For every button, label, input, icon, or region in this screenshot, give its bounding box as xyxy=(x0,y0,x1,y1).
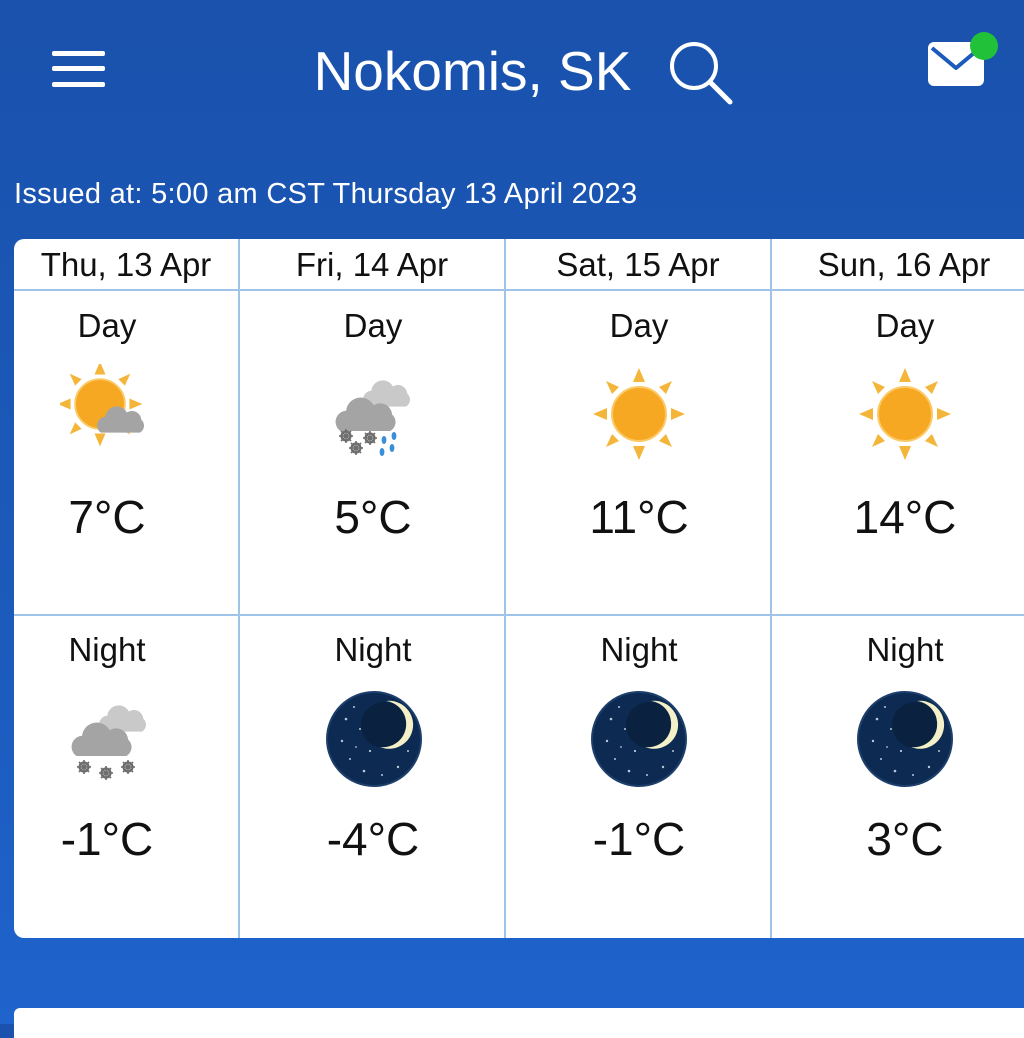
forecast-column[interactable]: Day 5°C Night -4°C xyxy=(240,239,504,938)
night-temperature: 3°C xyxy=(866,813,944,865)
cloud-rain-snow-icon xyxy=(335,380,411,457)
mail-button[interactable] xyxy=(926,30,998,92)
sun-icon xyxy=(592,367,686,461)
night-label: Night xyxy=(600,631,678,668)
moon-icon xyxy=(591,691,687,787)
hamburger-menu-icon[interactable] xyxy=(52,48,106,90)
day-label: Day xyxy=(343,307,403,344)
night-temperature: -1°C xyxy=(60,813,154,865)
forecast-column[interactable]: Day 11°C Night -1°C xyxy=(506,239,770,938)
day-label: Day xyxy=(875,307,935,344)
location-title[interactable]: Nokomis, SK xyxy=(300,34,645,109)
sun-icon xyxy=(858,367,952,461)
night-temperature: -1°C xyxy=(592,813,686,865)
night-label: Night xyxy=(334,631,412,668)
day-temperature: 11°C xyxy=(589,491,689,543)
night-temperature: -4°C xyxy=(326,813,420,865)
day-temperature: 5°C xyxy=(334,491,412,543)
moon-icon xyxy=(857,691,953,787)
day-label: Day xyxy=(77,307,137,344)
night-label: Night xyxy=(68,631,146,668)
forecast-column[interactable]: Day 14°C Night 3°C xyxy=(772,239,1024,938)
forecast-table: Thu, 13 Apr Fri, 14 Apr Sat, 15 Apr Sun,… xyxy=(14,239,1024,938)
cloud-snow-icon xyxy=(71,705,147,782)
next-section-card xyxy=(14,1008,1024,1038)
day-temperature: 14°C xyxy=(853,491,957,543)
search-icon[interactable] xyxy=(668,40,734,106)
day-label: Day xyxy=(609,307,669,344)
night-label: Night xyxy=(866,631,944,668)
sun-cloud-icon xyxy=(60,364,145,448)
day-temperature: 7°C xyxy=(68,491,146,543)
notification-badge xyxy=(970,32,998,60)
moon-icon xyxy=(326,691,422,787)
issued-time: Issued at: 5:00 am CST Thursday 13 April… xyxy=(14,178,638,210)
app-header: Nokomis, SK xyxy=(0,0,1024,150)
forecast-column[interactable]: Day 7°C Night -1°C xyxy=(14,239,238,938)
